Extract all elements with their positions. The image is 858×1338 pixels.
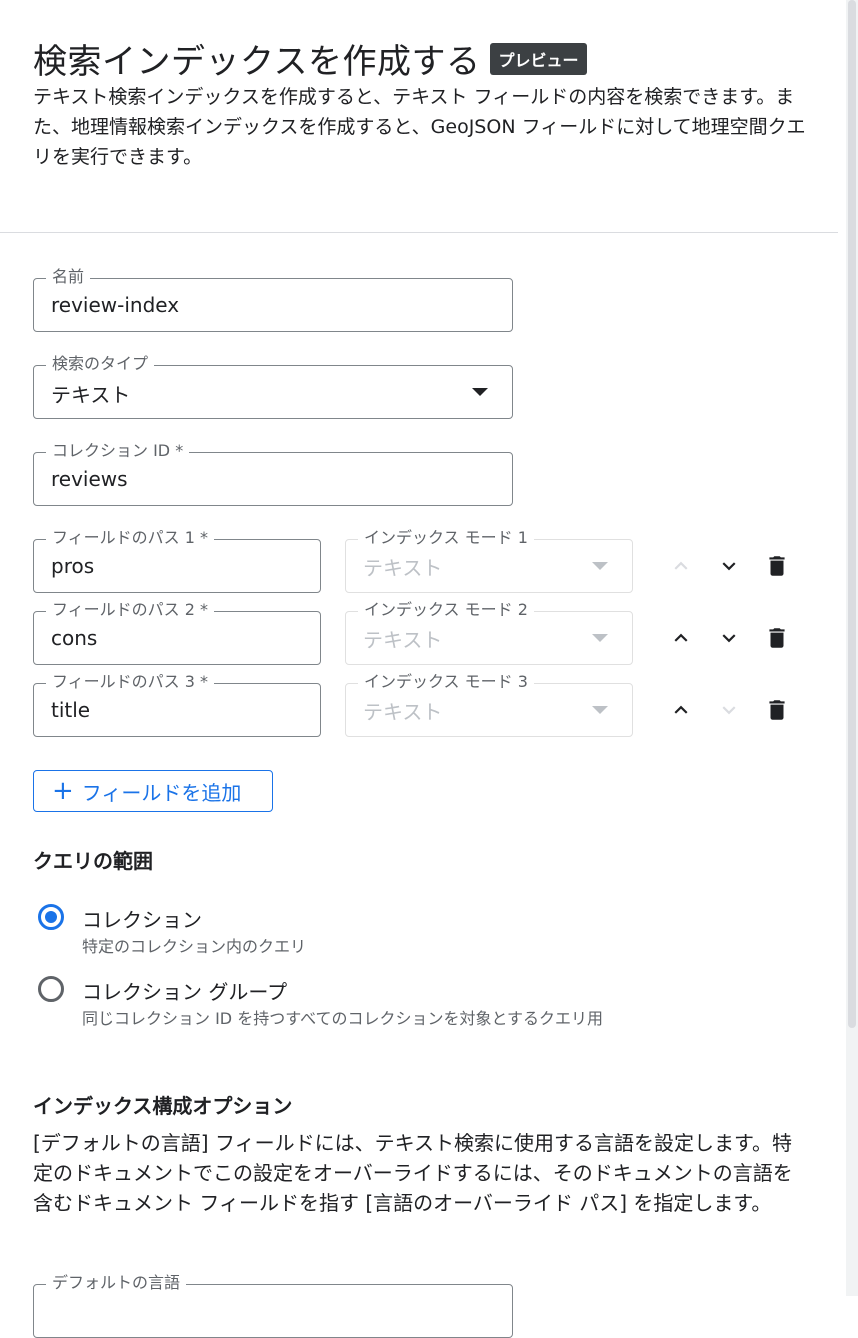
index-mode-select: インデックス モード 3 テキスト xyxy=(345,672,633,737)
scrollbar[interactable] xyxy=(846,0,858,1296)
add-field-button[interactable]: + フィールドを追加 xyxy=(33,770,273,812)
index-options-description: [デフォルトの言語] フィールドには、テキスト検索に使用する言語を設定します。特… xyxy=(33,1131,793,1215)
chevron-down-icon xyxy=(472,388,488,396)
name-field[interactable]: 名前 review-index xyxy=(33,267,513,332)
chevron-up-icon xyxy=(674,561,688,570)
query-scope-title: クエリの範囲 xyxy=(33,849,153,873)
field-path-label: フィールドのパス 1 * xyxy=(46,528,215,548)
delete-button[interactable] xyxy=(757,690,797,730)
move-down-button xyxy=(709,690,749,730)
move-down-button[interactable] xyxy=(709,546,749,586)
field-path-input[interactable]: フィールドのパス 1 * pros xyxy=(33,528,321,593)
field-path-label: フィールドのパス 2 * xyxy=(46,600,215,620)
index-options-title: インデックス構成オプション xyxy=(33,1094,293,1118)
title-row: 検索インデックスを作成する プレビュー xyxy=(33,34,587,83)
search-type-value: テキスト xyxy=(51,383,131,407)
default-language-label: デフォルトの言語 xyxy=(46,1273,187,1293)
delete-button[interactable] xyxy=(757,546,797,586)
collection-id-value: reviews xyxy=(51,467,128,491)
name-field-value: review-index xyxy=(51,293,180,317)
chevron-down-icon xyxy=(592,706,608,714)
radio-collection[interactable] xyxy=(38,904,64,930)
move-up-button xyxy=(661,546,701,586)
field-path-input[interactable]: フィールドのパス 3 * title xyxy=(33,672,321,737)
index-mode-label: インデックス モード 1 xyxy=(358,528,534,548)
preview-badge: プレビュー xyxy=(490,42,587,75)
collection-id-field[interactable]: コレクション ID * reviews xyxy=(33,441,513,506)
move-down-button[interactable] xyxy=(709,618,749,658)
search-type-select[interactable]: 検索のタイプ テキスト xyxy=(33,354,513,419)
plus-icon: + xyxy=(52,776,74,806)
radio-collection-label[interactable]: コレクション xyxy=(82,904,202,933)
create-index-panel: 検索インデックスを作成する プレビュー テキスト検索インデックスを作成すると、テ… xyxy=(0,0,846,1338)
index-mode-select: インデックス モード 1 テキスト xyxy=(345,528,633,593)
index-mode-value: テキスト xyxy=(363,700,443,724)
index-mode-value: テキスト xyxy=(363,628,443,652)
chevron-up-icon xyxy=(674,705,688,714)
add-field-label: フィールドを追加 xyxy=(81,780,242,805)
move-up-button[interactable] xyxy=(661,618,701,658)
collection-id-label: コレクション ID * xyxy=(46,441,190,461)
field-path-value: cons xyxy=(51,626,98,650)
page-title: 検索インデックスを作成する xyxy=(33,42,481,82)
chevron-down-icon xyxy=(592,562,608,570)
name-field-label: 名前 xyxy=(46,267,91,287)
chevron-up-icon xyxy=(674,633,688,642)
trash-icon xyxy=(769,556,785,576)
trash-icon xyxy=(769,700,785,720)
index-mode-label: インデックス モード 2 xyxy=(358,600,534,620)
index-mode-value: テキスト xyxy=(363,556,443,580)
chevron-down-icon xyxy=(592,634,608,642)
delete-button[interactable] xyxy=(757,618,797,658)
field-path-value: title xyxy=(51,698,91,722)
field-path-value: pros xyxy=(51,554,95,578)
page-description: テキスト検索インデックスを作成すると、テキスト フィールドの内容を検索できます。… xyxy=(33,86,806,168)
radio-collection-group-label[interactable]: コレクション グループ xyxy=(82,976,287,1005)
trash-icon xyxy=(769,628,785,648)
index-mode-label: インデックス モード 3 xyxy=(358,672,534,692)
search-type-label: 検索のタイプ xyxy=(46,354,155,374)
index-mode-select: インデックス モード 2 テキスト xyxy=(345,600,633,665)
radio-collection-group-sub: 同じコレクション ID を持つすべてのコレクションを対象とするクエリ用 xyxy=(82,1009,603,1028)
chevron-down-icon xyxy=(722,706,736,715)
move-up-button[interactable] xyxy=(661,690,701,730)
chevron-down-icon xyxy=(722,634,736,643)
divider xyxy=(0,232,838,233)
radio-collection-group[interactable] xyxy=(38,976,64,1002)
radio-collection-sub: 特定のコレクション内のクエリ xyxy=(82,937,307,956)
field-path-input[interactable]: フィールドのパス 2 * cons xyxy=(33,600,321,665)
default-language-select[interactable]: デフォルトの言語 xyxy=(33,1273,513,1338)
scrollbar-thumb[interactable] xyxy=(848,0,856,1028)
chevron-down-icon xyxy=(722,562,736,571)
field-path-label: フィールドのパス 3 * xyxy=(46,672,215,692)
